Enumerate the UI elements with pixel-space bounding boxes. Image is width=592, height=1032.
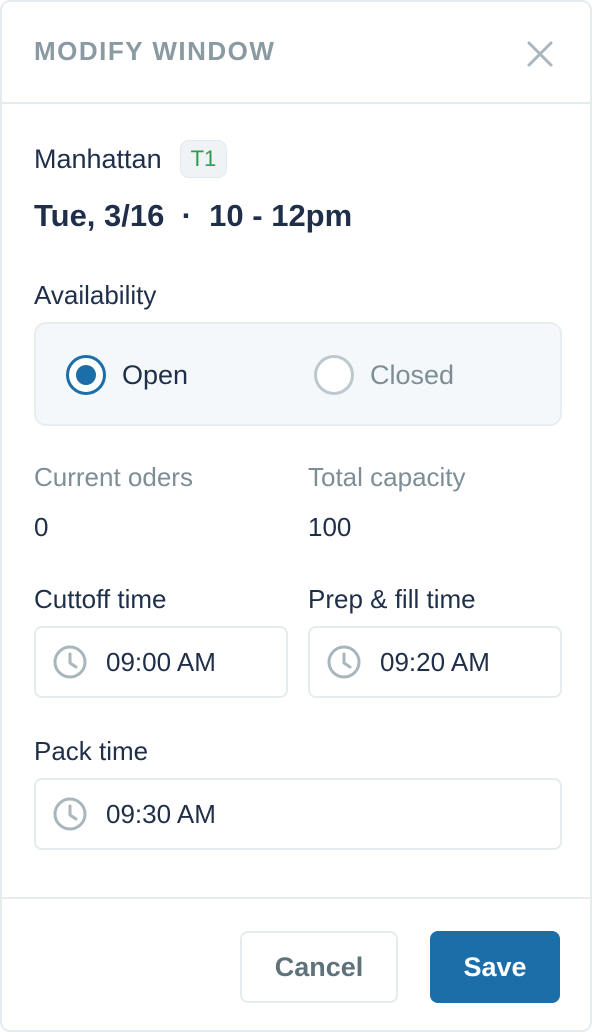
availability-radio-group: Open Closed (34, 322, 562, 426)
panel-title: MODIFY WINDOW (34, 36, 276, 66)
prep-fill-time-label: Prep & fill time (308, 584, 476, 614)
window-datetime: Tue, 3/16 · 10 - 12pm (34, 198, 352, 234)
current-orders-label: Current oders (34, 462, 193, 492)
cancel-button[interactable]: Cancel (240, 931, 398, 1003)
radio-open-label: Open (122, 359, 189, 390)
window-date: Tue, 3/16 (34, 198, 165, 233)
radio-closed[interactable] (314, 355, 354, 395)
cutoff-time-label: Cuttoff time (34, 584, 167, 614)
window-time-range: 10 - 12pm (209, 198, 353, 233)
pack-time-value: 09:30 AM (106, 798, 216, 829)
availability-label: Availability (34, 280, 157, 310)
clock-icon (52, 644, 88, 680)
radio-open[interactable] (66, 355, 106, 395)
current-orders-value: 0 (34, 512, 49, 542)
total-capacity-label: Total capacity (308, 462, 466, 492)
prep-fill-time-input[interactable]: 09:20 AM (308, 626, 562, 698)
availability-option-open[interactable]: Open (66, 354, 188, 396)
cutoff-time-input[interactable]: 09:00 AM (34, 626, 288, 698)
close-button[interactable] (522, 36, 558, 72)
location-name: Manhattan (34, 143, 162, 174)
location-row: Manhattan T1 (34, 140, 228, 178)
panel-header: MODIFY WINDOW (2, 2, 590, 104)
availability-option-closed[interactable]: Closed (314, 354, 454, 396)
cutoff-time-value: 09:00 AM (106, 646, 216, 677)
close-icon (527, 41, 553, 67)
pack-time-input[interactable]: 09:30 AM (34, 778, 562, 850)
panel-footer: Cancel Save (2, 897, 590, 1030)
prep-fill-time-value: 09:20 AM (380, 646, 490, 677)
pack-time-label: Pack time (34, 736, 149, 766)
modify-window-panel: MODIFY WINDOW Manhattan T1 Tue, 3/16 · 1… (0, 0, 592, 1032)
save-button[interactable]: Save (430, 931, 560, 1003)
clock-icon (326, 644, 362, 680)
datetime-separator: · (181, 198, 192, 233)
radio-closed-label: Closed (370, 359, 455, 390)
clock-icon (52, 796, 88, 832)
location-badge: T1 (179, 140, 228, 178)
total-capacity-value: 100 (308, 512, 352, 542)
